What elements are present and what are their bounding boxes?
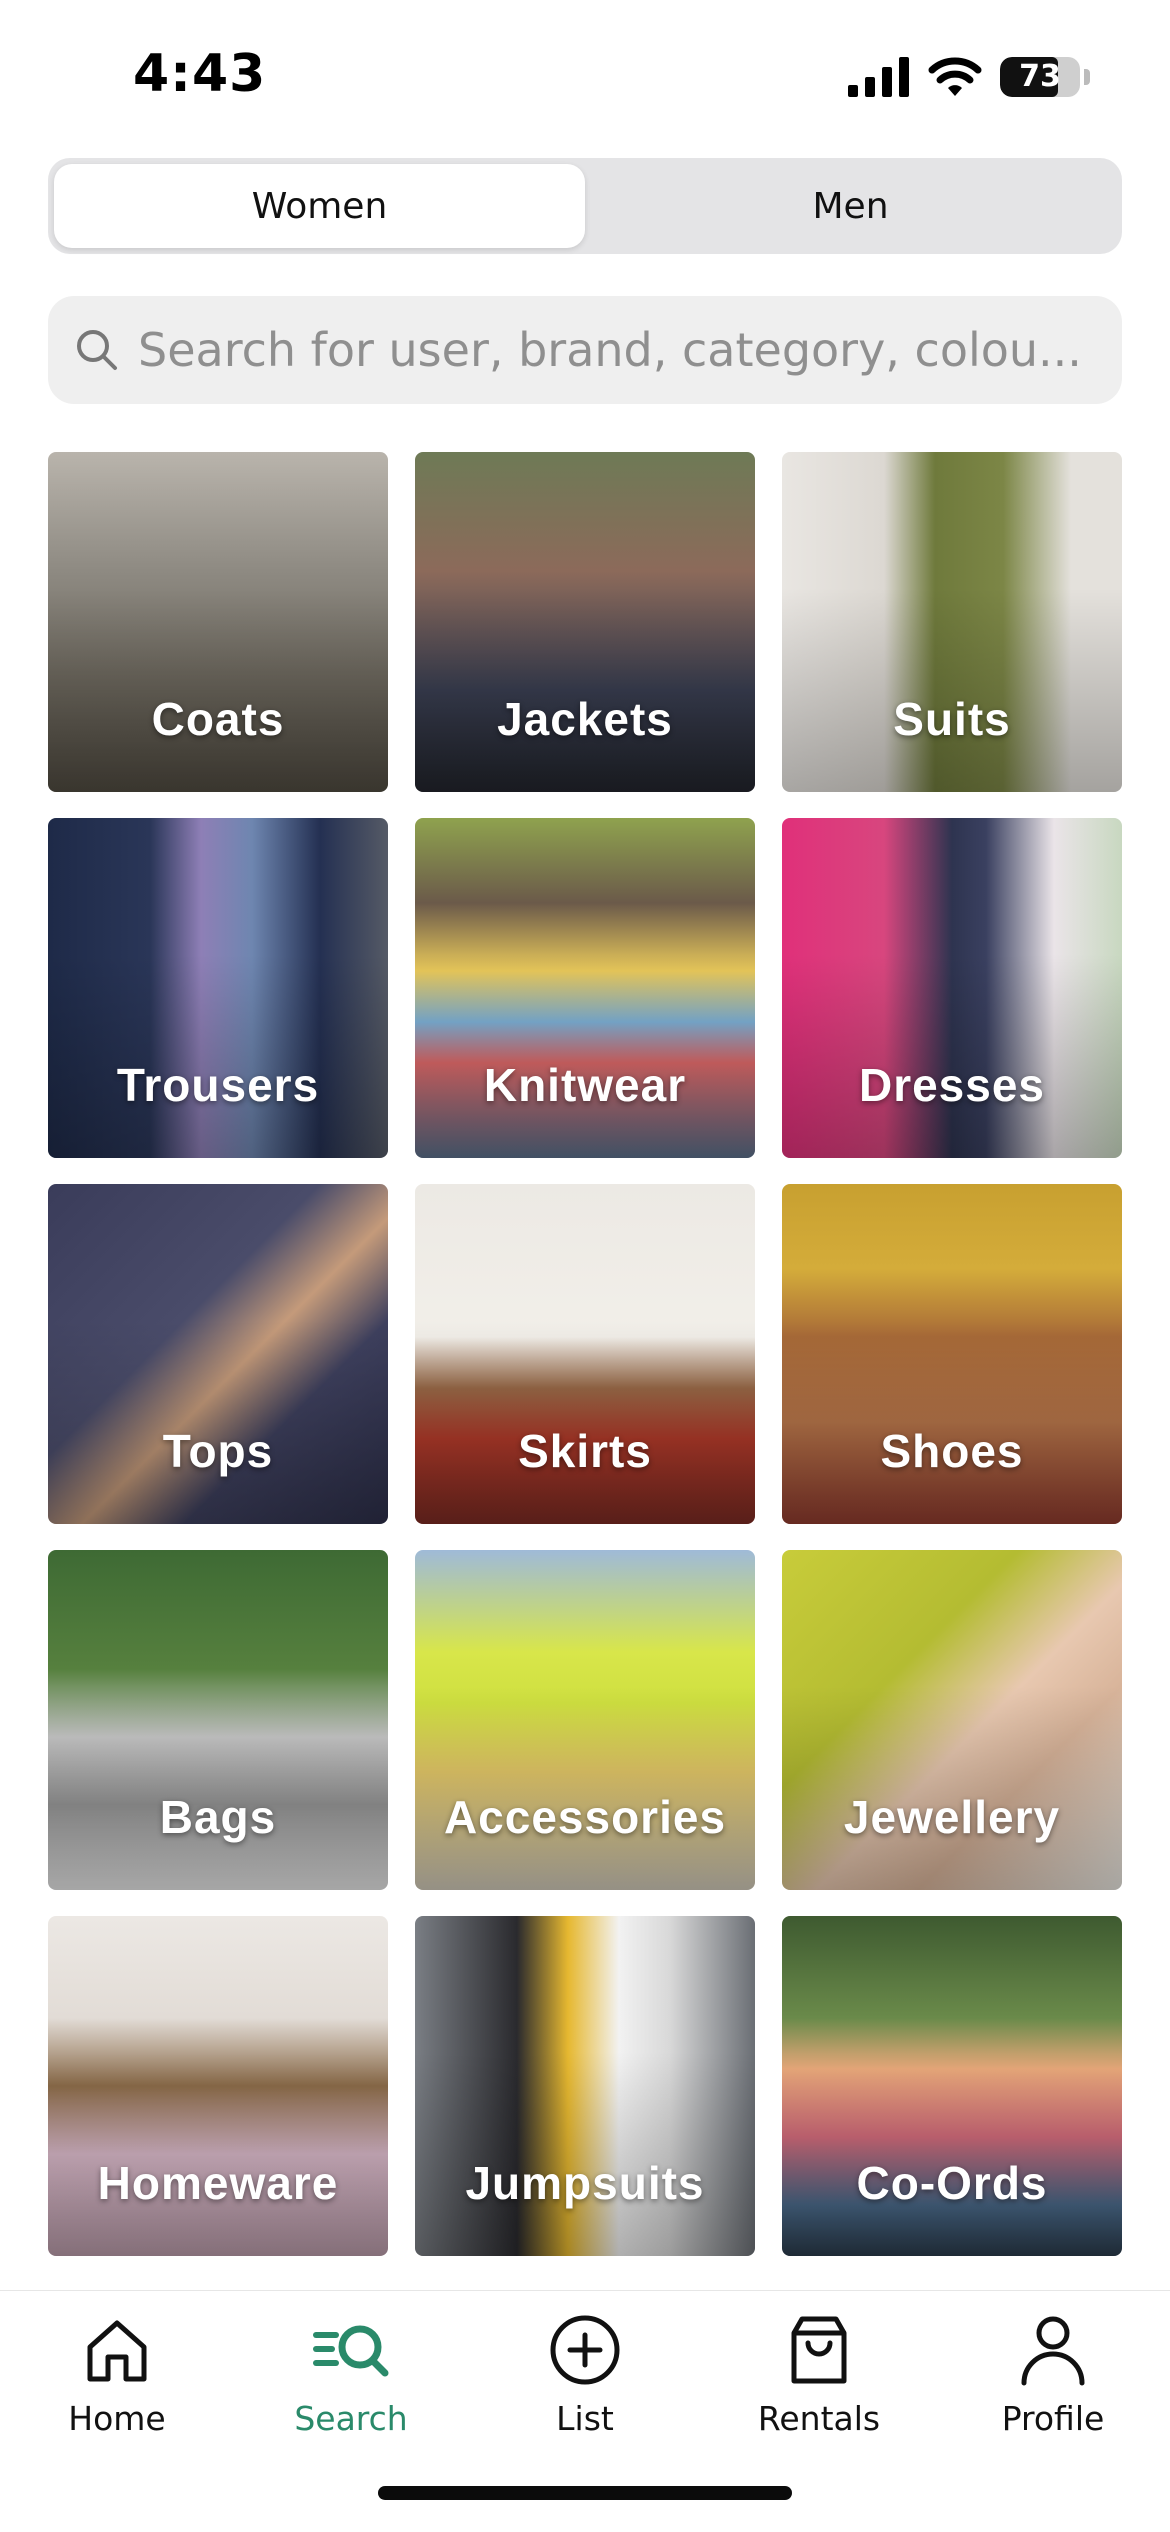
search-icon bbox=[77, 330, 117, 370]
status-time: 4:43 bbox=[133, 44, 267, 104]
tab-search[interactable]: Search bbox=[234, 2311, 468, 2438]
cellular-signal-icon bbox=[848, 57, 909, 97]
category-label: Jewellery bbox=[843, 1791, 1061, 1843]
add-circle-icon bbox=[550, 2315, 620, 2385]
segment-men[interactable]: Men bbox=[585, 164, 1116, 248]
battery-percentage: 73 bbox=[1019, 59, 1061, 94]
category-tile-suits[interactable]: Suits bbox=[782, 452, 1122, 792]
tab-list-label: List bbox=[556, 2399, 614, 2438]
gender-segmented-control: Women Men bbox=[48, 158, 1122, 254]
category-label: Co-Ords bbox=[856, 2157, 1048, 2209]
battery-tip bbox=[1084, 69, 1090, 85]
category-tile-co-ords[interactable]: Co-Ords bbox=[782, 1916, 1122, 2256]
tab-rentals[interactable]: Rentals bbox=[702, 2311, 936, 2438]
category-tile-skirts[interactable]: Skirts bbox=[415, 1184, 755, 1524]
home-indicator bbox=[378, 2486, 792, 2500]
tab-profile-label: Profile bbox=[1001, 2399, 1105, 2438]
category-tile-dresses[interactable]: Dresses bbox=[782, 818, 1122, 1158]
category-label: Jumpsuits bbox=[465, 2157, 705, 2209]
wifi-icon bbox=[928, 57, 982, 96]
tab-search-label: Search bbox=[294, 2399, 408, 2438]
status-bar: 4:43 73 bbox=[0, 0, 1170, 150]
category-tile-jumpsuits[interactable]: Jumpsuits bbox=[415, 1916, 755, 2256]
category-label: Tops bbox=[162, 1425, 274, 1477]
shopping-bag-icon bbox=[791, 2316, 847, 2384]
search-bar[interactable] bbox=[48, 296, 1122, 404]
category-label: Coats bbox=[151, 693, 285, 745]
tab-rentals-label: Rentals bbox=[757, 2399, 881, 2438]
home-icon bbox=[87, 2320, 147, 2382]
category-label: Knitwear bbox=[483, 1059, 687, 1111]
category-label: Accessories bbox=[443, 1791, 727, 1843]
category-tile-knitwear[interactable]: Knitwear bbox=[415, 818, 755, 1158]
category-label: Trousers bbox=[116, 1059, 320, 1111]
search-screen: 4:43 73 Women Men Search for user, brand… bbox=[0, 0, 1170, 2532]
category-tile-accessories[interactable]: Accessories bbox=[415, 1550, 755, 1890]
search-input[interactable] bbox=[138, 323, 1098, 377]
category-tile-trousers[interactable]: Trousers bbox=[48, 818, 388, 1158]
tab-home[interactable]: Home bbox=[0, 2311, 234, 2438]
category-label: Homeware bbox=[97, 2157, 339, 2209]
category-label: Skirts bbox=[518, 1425, 652, 1477]
category-grid: Coats Jackets Suits Trousers Knitwear Dr… bbox=[48, 452, 1122, 2256]
category-tile-bags[interactable]: Bags bbox=[48, 1550, 388, 1890]
tab-list[interactable]: List bbox=[468, 2311, 702, 2438]
segment-women[interactable]: Women bbox=[54, 164, 585, 248]
category-tile-coats[interactable]: Coats bbox=[48, 452, 388, 792]
category-label: Dresses bbox=[858, 1059, 1046, 1111]
battery-icon: 73 bbox=[1000, 57, 1080, 97]
category-tile-homeware[interactable]: Homeware bbox=[48, 1916, 388, 2256]
category-tile-jackets[interactable]: Jackets bbox=[415, 452, 755, 792]
tab-profile[interactable]: Profile bbox=[936, 2311, 1170, 2438]
search-list-icon bbox=[313, 2325, 389, 2377]
category-tile-shoes[interactable]: Shoes bbox=[782, 1184, 1122, 1524]
tab-home-label: Home bbox=[68, 2399, 166, 2438]
category-label: Bags bbox=[159, 1791, 277, 1843]
profile-icon bbox=[1021, 2316, 1085, 2386]
status-icons: 73 bbox=[848, 56, 1090, 98]
category-label: Jackets bbox=[497, 693, 673, 745]
category-tile-jewellery[interactable]: Jewellery bbox=[782, 1550, 1122, 1890]
category-label: Suits bbox=[893, 693, 1011, 745]
category-tile-tops[interactable]: Tops bbox=[48, 1184, 388, 1524]
category-label: Shoes bbox=[880, 1425, 1024, 1477]
